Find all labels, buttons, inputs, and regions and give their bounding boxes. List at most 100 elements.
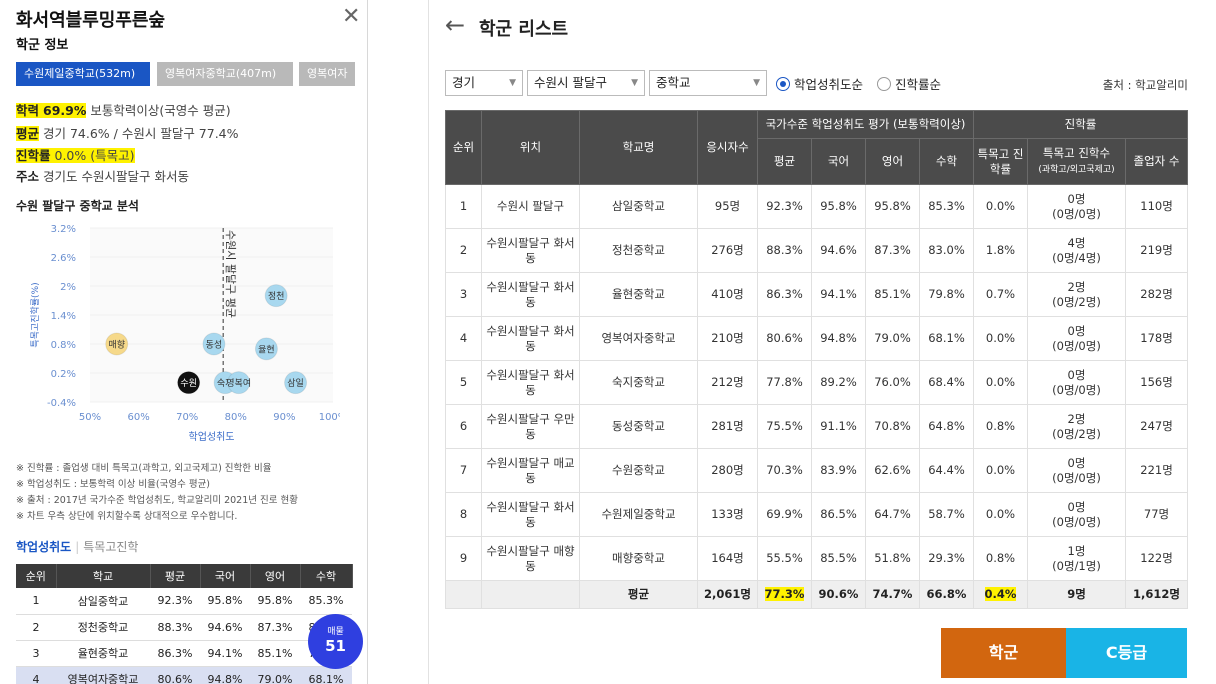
table-cell: 76.0%	[865, 360, 920, 405]
table-row[interactable]: 4 수원시팔달구 화서동 영복여자중학교 210명 80.6% 94.8% 79.0% 68.…	[445, 316, 1189, 361]
table-cell: 94.6%	[200, 614, 250, 641]
grade-button[interactable]: C등급	[1066, 628, 1187, 678]
table-cell: 0.0%	[973, 360, 1028, 405]
special-count-cell: 0명 (0명/0명)	[1027, 316, 1126, 361]
table-row[interactable]: 1 수원시 팔달구 삼일중학교 95명 92.3% 95.8% 95.8% 85.3% 0.0%…	[445, 184, 1189, 229]
school-list-table: 순위 위치 학교명 응시자수 국가수준 학업성취도 평가 (보통학력이상) 진학…	[445, 110, 1189, 609]
table-cell: 178명	[1124, 316, 1189, 361]
table-cell: 64.7%	[865, 492, 920, 537]
data-point-label: 율현	[258, 344, 275, 355]
table-cell: 5	[445, 360, 482, 405]
table-cell: 55.5%	[757, 536, 812, 581]
average-cell: 평균	[579, 580, 698, 609]
school-district-button[interactable]: 학군	[941, 628, 1066, 678]
average-cell: 2,061명	[697, 580, 758, 609]
back-arrow-icon[interactable]: ←	[445, 12, 465, 38]
note-1: ※ 진학률 : 졸업생 대비 특목고(과학고, 외고국제고) 진학한 비율	[16, 463, 272, 474]
school-tab-2[interactable]: 영복여자중학교(407m)	[157, 62, 293, 86]
region-select[interactable]: 경기 ▼	[445, 70, 523, 96]
school-tab-3[interactable]: 영복여자	[299, 62, 355, 86]
average-cell: 1,612명	[1124, 580, 1189, 609]
special-count-cell: 4명 (0명/4명)	[1027, 228, 1126, 273]
district-select[interactable]: 수원시 팔달구 ▼	[527, 70, 645, 96]
table-cell: 410명	[697, 272, 758, 317]
table-cell: 정천중학교	[56, 614, 150, 641]
table-cell: 8	[445, 492, 482, 537]
y-tick-label: 1.4%	[51, 311, 76, 322]
table-row[interactable]: 6 수원시팔달구 우만동 동성중학교 281명 75.5% 91.1% 70.8% 64.8%…	[445, 404, 1189, 449]
col-avg: 평균	[757, 138, 812, 185]
tab-special-school[interactable]: 특목고진학	[83, 540, 138, 554]
note-3: ※ 출처 : 2017년 국가수준 학업성취도, 학교알리미 2021년 진로 …	[16, 495, 298, 506]
advance-info: 진학률 0.0% (특목고)	[16, 148, 135, 163]
average-cell: 77.3%	[757, 580, 812, 609]
col-examinees: 응시자수	[697, 110, 758, 185]
reference-line-label: 수원시 팔달구 평균	[224, 230, 237, 318]
table-cell: 85.1%	[865, 272, 920, 317]
data-point-label: 매향	[108, 339, 125, 351]
close-icon[interactable]: ✕	[342, 6, 360, 28]
table-row[interactable]: 3 수원시팔달구 화서동 율현중학교 410명 86.3% 94.1% 85.1% 79.8%…	[445, 272, 1189, 317]
table-cell: 62.6%	[865, 448, 920, 493]
table-row: 3율현중학교86.3%94.1%85.1%79.8%	[16, 640, 352, 667]
tab-achievement[interactable]: 학업성취도	[16, 540, 71, 554]
table-cell: 영복여자중학교	[579, 316, 698, 361]
table-cell: 7	[445, 448, 482, 493]
col-special-rate: 특목고 진학률	[973, 138, 1028, 185]
y-tick-label: -0.4%	[47, 398, 76, 409]
table-cell: 164명	[697, 536, 758, 581]
apartment-title: 화서역블루밍푸른숲	[16, 10, 166, 31]
table-cell: 수원시팔달구 화서동	[481, 272, 580, 317]
achievement-info: 학력 69.9% 보통학력이상(국영수 평균)	[16, 103, 231, 118]
table-cell: 221명	[1124, 448, 1189, 493]
table-cell: 133명	[697, 492, 758, 537]
col-kor: 국어	[200, 564, 251, 588]
table-row: 4 영복여자중학교 80.6% 94.8% 79.0% 68.1%	[16, 666, 352, 684]
radio-checked-icon	[776, 77, 790, 91]
col-location: 위치	[481, 110, 580, 185]
school-type-select[interactable]: 중학교 ▼	[649, 70, 767, 96]
data-point-label: 정천	[268, 291, 285, 302]
table-row[interactable]: 5 수원시팔달구 화서동 숙지중학교 212명 77.8% 89.2% 76.0% 68.4%…	[445, 360, 1189, 405]
chart-title: 수원 팔달구 중학교 분석	[16, 199, 139, 213]
table-row[interactable]: 7 수원시팔달구 매교동 수원중학교 280명 70.3% 83.9% 62.6% 64.4%…	[445, 448, 1189, 493]
table-row[interactable]: 8 수원시팔달구 화서동 수원제일중학교 133명 69.9% 86.5% 64.7% 58.…	[445, 492, 1189, 537]
table-cell: 86.5%	[811, 492, 866, 537]
table-cell: 95명	[697, 184, 758, 229]
table-cell: 1	[16, 588, 56, 615]
table-cell: 29.3%	[919, 536, 974, 581]
col-rank: 순위	[445, 110, 482, 185]
table-cell: 85.5%	[811, 536, 866, 581]
sub-tabs: 학업성취도 | 특목고진학	[16, 540, 139, 554]
table-cell: 80.6%	[150, 666, 200, 684]
table-row[interactable]: 9 수원시팔달구 매향동 매향중학교 164명 55.5% 85.5% 51.8% 29.3%…	[445, 536, 1189, 581]
x-tick-label: 80%	[225, 412, 247, 423]
special-count-cell: 0명 (0명/0명)	[1027, 492, 1126, 537]
table-cell: 수원시팔달구 매교동	[481, 448, 580, 493]
table-cell: 122명	[1124, 536, 1189, 581]
table-cell: 70.8%	[865, 404, 920, 449]
table-row[interactable]: 2 수원시팔달구 화서동 정천중학교 276명 88.3% 94.6% 87.3% 83.0%…	[445, 228, 1189, 273]
table-cell: 212명	[697, 360, 758, 405]
school-tab-1[interactable]: 수원제일중학교(532m)	[16, 62, 150, 86]
y-tick-label: 3.2%	[51, 224, 76, 235]
table-cell: 276명	[697, 228, 758, 273]
radio-unchecked-icon	[877, 77, 891, 91]
school-list-panel: ← 학군 리스트 경기 ▼ 수원시 팔달구 ▼ 중학교 ▼ 학업성취도순 진학률순 출…	[428, 0, 1216, 684]
ranking-table: 순위 학교 평균 국어 영어 수학 1 삼일중학교 92.3% 95.8% 95.8% 8…	[16, 564, 353, 684]
table-cell: 삼일중학교	[56, 588, 150, 615]
table-cell: 156명	[1124, 360, 1189, 405]
table-cell: 282명	[1124, 272, 1189, 317]
table-cell: 1	[445, 184, 482, 229]
table-cell: 4	[445, 316, 482, 361]
table-cell: 0.0%	[973, 448, 1028, 493]
table-cell: 87.3%	[250, 614, 300, 641]
table-cell: 58.7%	[919, 492, 974, 537]
table-cell: 91.1%	[811, 404, 866, 449]
listings-button[interactable]: 매물 51	[308, 614, 363, 669]
table-cell: 92.3%	[757, 184, 812, 229]
sort-achievement-radio[interactable]: 학업성취도순	[776, 74, 863, 93]
x-tick-label: 100%	[319, 412, 340, 423]
col-graduates: 졸업자 수	[1124, 138, 1189, 185]
sort-advance-radio[interactable]: 진학률순	[877, 74, 941, 93]
